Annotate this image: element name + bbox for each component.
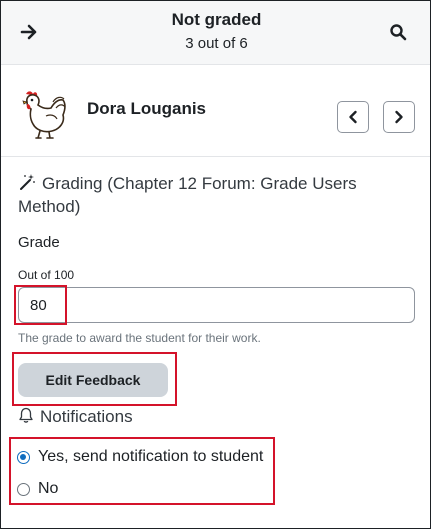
notify-yes-label[interactable]: Yes, send notification to student: [38, 448, 263, 466]
radio-button[interactable]: [17, 483, 30, 496]
radio-button[interactable]: [17, 451, 30, 464]
next-user-button[interactable]: [383, 101, 415, 133]
previous-user-button[interactable]: [337, 101, 369, 133]
chevron-right-icon: [395, 110, 403, 124]
edit-feedback-button[interactable]: Edit Feedback: [18, 363, 168, 397]
search-icon[interactable]: [389, 23, 407, 41]
section-divider: [1, 156, 430, 157]
magic-wand-icon: [18, 173, 36, 191]
student-counter: 3 out of 6: [185, 35, 248, 52]
grade-help-text: The grade to award the student for their…: [18, 331, 261, 345]
notify-no-label[interactable]: No: [38, 480, 58, 498]
bell-icon: [18, 407, 34, 424]
student-name: Dora Louganis: [87, 99, 207, 118]
notifications-heading-text: Notifications: [40, 407, 133, 426]
notifications-heading: Notifications: [18, 407, 133, 427]
rooster-avatar-icon: [18, 88, 70, 140]
chevron-left-icon: [349, 110, 357, 124]
grade-label: Grade: [18, 234, 60, 251]
grading-heading: Grading (Chapter 12 Forum: Grade Users M…: [18, 172, 413, 218]
page-title: Not graded: [171, 10, 262, 29]
grade-input[interactable]: [18, 287, 415, 323]
grader-header: Not graded 3 out of 6: [1, 1, 430, 65]
grade-max-label: Out of 100: [18, 268, 75, 282]
grading-heading-text: Grading (Chapter 12 Forum: Grade Users M…: [18, 174, 357, 216]
